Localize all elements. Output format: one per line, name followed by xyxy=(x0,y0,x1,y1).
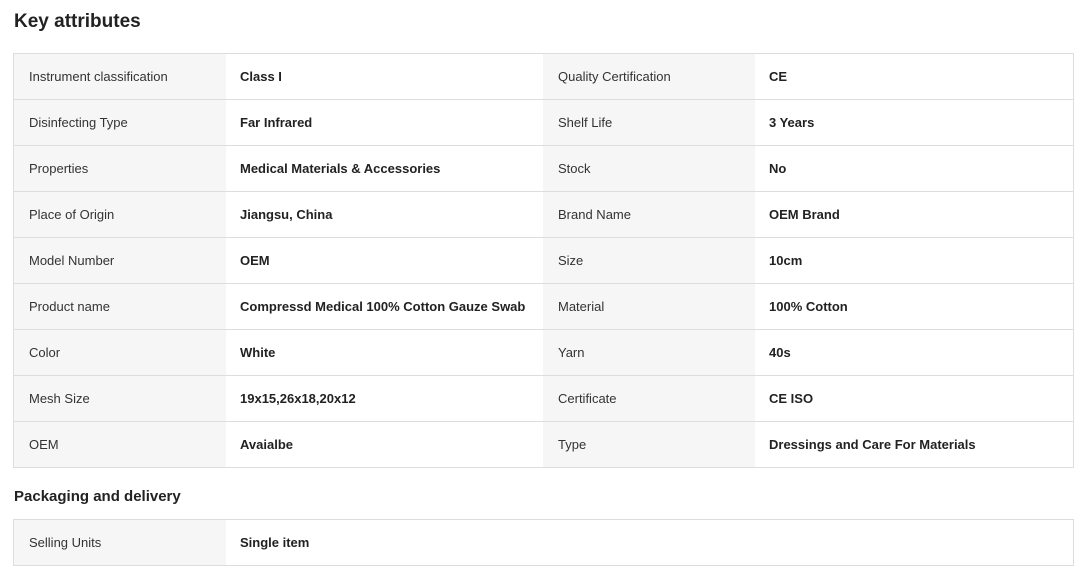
attribute-label: Certificate xyxy=(543,376,755,421)
attribute-row: OEM Avaialbe Type Dressings and Care For… xyxy=(14,422,1073,467)
attribute-label: Place of Origin xyxy=(14,192,226,237)
packaging-row: Selling Units Single item xyxy=(14,520,1073,565)
attribute-row: Product name Compressd Medical 100% Cott… xyxy=(14,284,1073,330)
attribute-value: 100% Cotton xyxy=(755,284,1073,329)
attribute-label: Disinfecting Type xyxy=(14,100,226,145)
attribute-row: Properties Medical Materials & Accessori… xyxy=(14,146,1073,192)
attribute-row: Mesh Size 19x15,26x18,20x12 Certificate … xyxy=(14,376,1073,422)
attribute-label: Size xyxy=(543,238,755,283)
attribute-value: Jiangsu, China xyxy=(226,192,543,237)
attribute-value: Medical Materials & Accessories xyxy=(226,146,543,191)
packaging-value: Single item xyxy=(226,520,1073,565)
attribute-label: OEM xyxy=(14,422,226,467)
attribute-value: CE xyxy=(755,54,1073,99)
attribute-value: 40s xyxy=(755,330,1073,375)
attribute-label: Stock xyxy=(543,146,755,191)
packaging-table: Selling Units Single item xyxy=(13,519,1074,566)
attribute-label: Type xyxy=(543,422,755,467)
attribute-label: Quality Certification xyxy=(543,54,755,99)
attribute-row: Disinfecting Type Far Infrared Shelf Lif… xyxy=(14,100,1073,146)
attribute-value: No xyxy=(755,146,1073,191)
attribute-value: Dressings and Care For Materials xyxy=(755,422,1073,467)
attribute-label: Model Number xyxy=(14,238,226,283)
attribute-row: Place of Origin Jiangsu, China Brand Nam… xyxy=(14,192,1073,238)
attribute-label: Properties xyxy=(14,146,226,191)
attribute-row: Color White Yarn 40s xyxy=(14,330,1073,376)
attribute-label: Mesh Size xyxy=(14,376,226,421)
attribute-value: OEM xyxy=(226,238,543,283)
attribute-row: Instrument classification Class I Qualit… xyxy=(14,54,1073,100)
key-attributes-table: Instrument classification Class I Qualit… xyxy=(13,53,1074,468)
attribute-value: Far Infrared xyxy=(226,100,543,145)
attribute-label: Material xyxy=(543,284,755,329)
attribute-label: Product name xyxy=(14,284,226,329)
packaging-label: Selling Units xyxy=(14,520,226,565)
attribute-label: Yarn xyxy=(543,330,755,375)
attribute-value: CE ISO xyxy=(755,376,1073,421)
attribute-label: Instrument classification xyxy=(14,54,226,99)
attribute-value: White xyxy=(226,330,543,375)
packaging-heading: Packaging and delivery xyxy=(14,488,181,505)
attribute-label: Shelf Life xyxy=(543,100,755,145)
attribute-value: Class I xyxy=(226,54,543,99)
attribute-value: 10cm xyxy=(755,238,1073,283)
attribute-row: Model Number OEM Size 10cm xyxy=(14,238,1073,284)
attribute-value: OEM Brand xyxy=(755,192,1073,237)
key-attributes-heading: Key attributes xyxy=(14,11,141,32)
attribute-label: Brand Name xyxy=(543,192,755,237)
attribute-value: 3 Years xyxy=(755,100,1073,145)
attribute-label: Color xyxy=(14,330,226,375)
attribute-value: Compressd Medical 100% Cotton Gauze Swab xyxy=(226,284,543,329)
attribute-value: Avaialbe xyxy=(226,422,543,467)
attribute-value: 19x15,26x18,20x12 xyxy=(226,376,543,421)
